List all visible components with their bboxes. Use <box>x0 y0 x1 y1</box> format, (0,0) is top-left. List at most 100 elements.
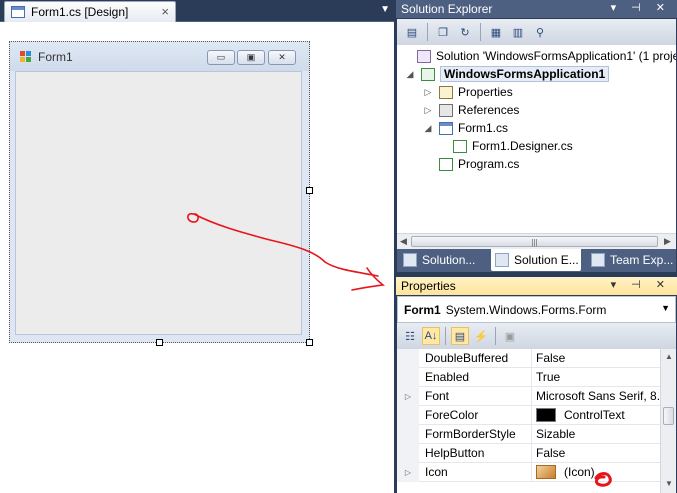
maximize-button[interactable]: ▣ <box>237 50 265 65</box>
document-tabstrip: Form1.cs [Design] × ▼ <box>0 0 394 22</box>
property-value[interactable]: False <box>536 446 660 460</box>
show-all-files-icon[interactable]: ❐ <box>434 23 452 41</box>
property-value[interactable]: False <box>536 351 660 365</box>
tree-item-label: Solution 'WindowsFormsApplication1' (1 p… <box>436 49 676 63</box>
object-selector[interactable]: Form1 System.Windows.Forms.Form ▼ <box>397 296 676 323</box>
window-buttons[interactable]: ▾ ⊣ ✕ <box>611 278 671 291</box>
vertical-scrollbar[interactable]: ▲ ▼ <box>660 349 676 493</box>
csharp-file-icon <box>439 157 453 171</box>
column-divider[interactable] <box>531 368 532 387</box>
tree-item-references[interactable]: ▷ References <box>423 101 520 119</box>
property-value-wrap[interactable]: ControlText <box>536 408 660 422</box>
events-icon[interactable]: ⚡ <box>472 327 490 345</box>
solution-explorer-title-bar[interactable]: Solution Explorer ▾ ⊣ ✕ <box>396 0 677 18</box>
property-value[interactable]: Sizable <box>536 427 660 441</box>
view-code-icon[interactable]: ▦ <box>487 23 505 41</box>
property-value[interactable]: Microsoft Sans Serif, 8.2 <box>536 389 660 403</box>
form-preview[interactable]: Form1 ▭ ▣ ✕ <box>9 41 310 343</box>
tab-solution-explorer[interactable]: Solution E... <box>491 249 581 271</box>
column-divider[interactable] <box>531 349 532 368</box>
resize-handle-corner[interactable] <box>306 339 313 346</box>
toolbar-separator <box>427 23 428 41</box>
solution-tree[interactable]: Solution 'WindowsFormsApplication1' (1 p… <box>397 45 676 233</box>
column-divider[interactable] <box>531 463 532 482</box>
property-grid[interactable]: DoubleBuffered False Enabled True ▷ Font… <box>397 349 676 493</box>
property-row-icon[interactable]: ▷ Icon (Icon) <box>397 463 660 482</box>
property-row-helpbutton[interactable]: HelpButton False <box>397 444 660 463</box>
property-row-doublebuffered[interactable]: DoubleBuffered False <box>397 349 660 368</box>
row-gutter <box>397 425 419 444</box>
tab-label: Team Exp... <box>610 253 674 267</box>
property-value-wrap[interactable]: (Icon) <box>536 465 660 479</box>
scroll-right-icon[interactable]: ▶ <box>664 236 671 247</box>
column-divider[interactable] <box>531 425 532 444</box>
csharp-file-icon <box>453 139 467 153</box>
property-value[interactable]: True <box>536 370 660 384</box>
property-row-formborderstyle[interactable]: FormBorderStyle Sizable <box>397 425 660 444</box>
alphabetical-icon[interactable]: A↓ <box>422 327 440 345</box>
tab-solution-1[interactable]: Solution... <box>399 249 483 271</box>
chevron-down-icon[interactable]: ▼ <box>380 4 390 15</box>
properties-icon[interactable]: ▤ <box>403 23 421 41</box>
property-row-enabled[interactable]: Enabled True <box>397 368 660 387</box>
property-row-forecolor[interactable]: ForeColor ControlText <box>397 406 660 425</box>
refresh-icon[interactable]: ↻ <box>456 23 474 41</box>
properties-title-bar[interactable]: Properties ▾ ⊣ ✕ <box>396 277 677 295</box>
tree-item-label: WindowsFormsApplication1 <box>440 66 610 82</box>
property-value: ControlText <box>564 408 625 422</box>
form-title-bar[interactable]: Form1 ▭ ▣ ✕ <box>10 42 309 71</box>
designer-pane: Form1.cs [Design] × ▼ Form1 ▭ ▣ ✕ <box>0 0 394 493</box>
grip-icon: ||| <box>531 238 538 247</box>
tree-item-properties[interactable]: ▷ Properties <box>423 83 513 101</box>
scroll-down-icon[interactable]: ▼ <box>665 479 673 488</box>
resize-handle-bottom[interactable] <box>156 339 163 346</box>
property-name: Font <box>425 389 450 403</box>
object-type: System.Windows.Forms.Form <box>445 302 607 317</box>
expand-icon[interactable]: ▷ <box>423 87 433 98</box>
window-buttons[interactable]: ▾ ⊣ ✕ <box>611 1 671 14</box>
horizontal-scrollbar[interactable]: ◀ ||| ▶ <box>397 233 676 249</box>
toolbar-separator <box>480 23 481 41</box>
design-surface[interactable]: Form1 ▭ ▣ ✕ <box>0 23 394 493</box>
expand-icon[interactable]: ▷ <box>423 105 433 116</box>
property-name: Icon <box>425 465 448 479</box>
tree-item-solution[interactable]: Solution 'WindowsFormsApplication1' (1 p… <box>401 47 676 65</box>
properties-view-icon[interactable]: ▤ <box>451 327 469 345</box>
close-icon[interactable]: × <box>161 4 169 19</box>
object-name: Form1 <box>404 302 441 317</box>
column-divider[interactable] <box>531 406 532 425</box>
tab-form1-design[interactable]: Form1.cs [Design] × <box>4 1 176 22</box>
scrollbar-thumb[interactable] <box>663 407 674 425</box>
form-title: Form1 <box>38 49 73 64</box>
solution-explorer-tab-icon <box>403 253 417 267</box>
collapse-icon[interactable]: ◢ <box>405 69 415 80</box>
tab-team-explorer[interactable]: Team Exp... <box>587 249 676 271</box>
scroll-left-icon[interactable]: ◀ <box>400 236 407 247</box>
tree-item-form1[interactable]: ◢ Form1.cs <box>423 119 508 137</box>
tree-item-program[interactable]: Program.cs <box>439 155 519 173</box>
collapse-icon[interactable]: ◢ <box>423 123 433 134</box>
categorized-icon[interactable]: ☷ <box>401 327 419 345</box>
solution-explorer-title: Solution Explorer <box>401 2 493 16</box>
minimize-button[interactable]: ▭ <box>207 50 235 65</box>
property-name: HelpButton <box>425 446 485 460</box>
scrollbar-thumb[interactable]: ||| <box>411 236 658 247</box>
expand-icon[interactable]: ▷ <box>397 387 419 406</box>
form-client-area[interactable] <box>15 71 302 335</box>
property-row-font[interactable]: ▷ Font Microsoft Sans Serif, 8.2 <box>397 387 660 406</box>
resize-handle-right[interactable] <box>306 187 313 194</box>
column-divider[interactable] <box>531 444 532 463</box>
property-pages-icon[interactable]: ▣ <box>501 327 519 345</box>
tree-item-label: Program.cs <box>458 157 520 171</box>
expand-icon[interactable]: ▷ <box>397 463 419 482</box>
close-button[interactable]: ✕ <box>268 50 296 65</box>
class-diagram-icon[interactable]: ⚲ <box>531 23 549 41</box>
team-explorer-tab-icon <box>591 253 605 267</box>
scroll-up-icon[interactable]: ▲ <box>665 352 673 361</box>
column-divider[interactable] <box>531 387 532 406</box>
chevron-down-icon[interactable]: ▼ <box>661 303 670 313</box>
view-designer-icon[interactable]: ▥ <box>509 23 527 41</box>
tree-item-project[interactable]: ◢ WindowsFormsApplication1 <box>405 65 610 83</box>
tree-item-form1-designer[interactable]: Form1.Designer.cs <box>453 137 573 155</box>
row-gutter <box>397 368 419 387</box>
